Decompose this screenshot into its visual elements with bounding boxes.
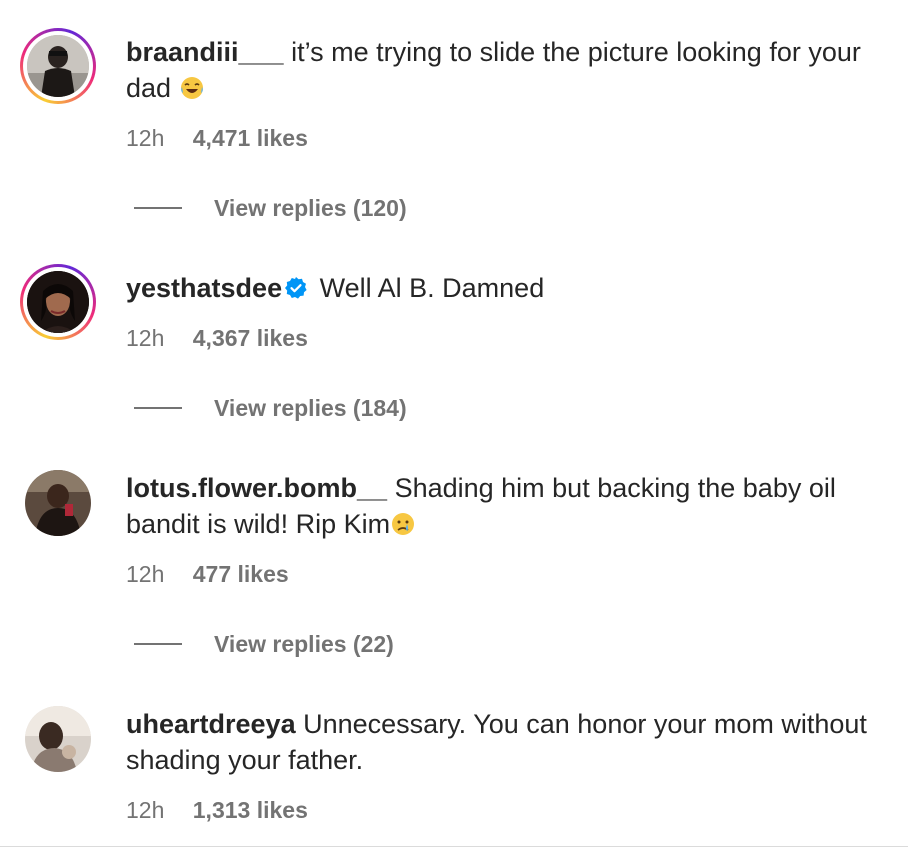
- replies-divider: [134, 206, 182, 209]
- comment-username[interactable]: lotus.flower.bomb__: [126, 473, 387, 503]
- view-replies-button[interactable]: View replies (120): [134, 193, 407, 223]
- replies-divider: [134, 642, 182, 645]
- comment-meta: 12h 4,367 likes: [126, 323, 308, 353]
- comment-body: Well Al B. Damned: [319, 273, 545, 303]
- verified-badge-icon: [284, 273, 308, 309]
- avatar[interactable]: [20, 264, 96, 340]
- comment-text: lotus.flower.bomb__ Shading him but back…: [126, 470, 896, 546]
- laughing-tears-emoji-icon: [179, 74, 205, 110]
- comment-likes[interactable]: 1,313 likes: [193, 797, 308, 823]
- comment-meta: 12h 1,313 likes: [126, 795, 308, 825]
- comment-username[interactable]: braandiii___: [126, 37, 284, 67]
- comment-timestamp[interactable]: 12h: [126, 125, 164, 151]
- comment-timestamp[interactable]: 12h: [126, 797, 164, 823]
- comment-timestamp[interactable]: 12h: [126, 325, 164, 351]
- view-replies-label: View replies (22): [214, 631, 394, 657]
- comment-likes[interactable]: 477 likes: [193, 561, 289, 587]
- comment-likes[interactable]: 4,367 likes: [193, 325, 308, 351]
- avatar[interactable]: [20, 28, 96, 104]
- comment-text: braandiii___ it’s me trying to slide the…: [126, 34, 896, 110]
- comment-username[interactable]: yesthatsdee: [126, 273, 282, 303]
- view-replies-label: View replies (120): [214, 195, 407, 221]
- comment-timestamp[interactable]: 12h: [126, 561, 164, 587]
- comment-text: uheartdreeya Unnecessary. You can honor …: [126, 706, 896, 778]
- divider: [0, 846, 908, 847]
- view-replies-button[interactable]: View replies (22): [134, 629, 394, 659]
- comment-likes[interactable]: 4,471 likes: [193, 125, 308, 151]
- comment-meta: 12h 477 likes: [126, 559, 289, 589]
- comment-meta: 12h 4,471 likes: [126, 123, 308, 153]
- comment-username[interactable]: uheartdreeya: [126, 709, 296, 739]
- view-replies-label: View replies (184): [214, 395, 407, 421]
- avatar[interactable]: [25, 470, 91, 536]
- avatar[interactable]: [25, 706, 91, 772]
- comment-text: yesthatsdee Well Al B. Damned: [126, 270, 896, 309]
- replies-divider: [134, 406, 182, 409]
- crying-face-emoji-icon: [390, 510, 416, 546]
- view-replies-button[interactable]: View replies (184): [134, 393, 407, 423]
